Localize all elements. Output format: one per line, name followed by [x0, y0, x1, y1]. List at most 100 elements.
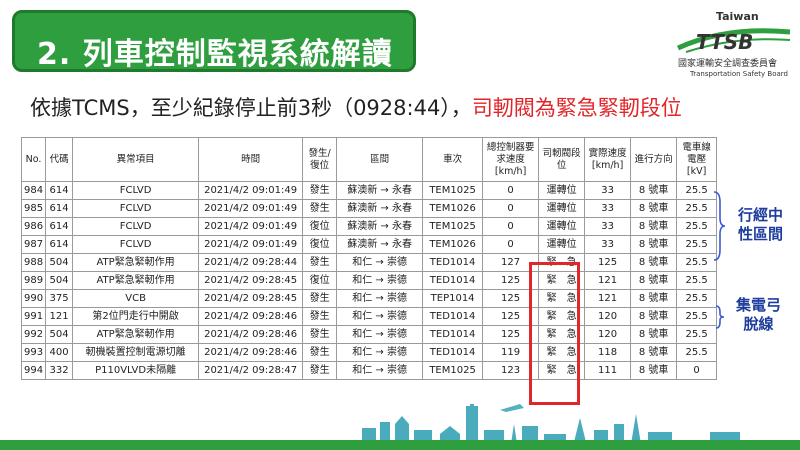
- table-row: 987 614 FCLVD 2021/4/2 09:01:49 復位 蘇澳新 → 永春 TE…: [20, 235, 718, 254]
- cell-time: 2021/4/2 09:01:49: [198, 217, 304, 236]
- subtitle-normal: 依據TCMS，至少紀錄停止前3秒（0928:44），: [30, 96, 472, 120]
- cell-no: 992: [20, 325, 47, 344]
- bottom-bar: [0, 440, 800, 450]
- cell-item: ATP緊急緊軔作用: [72, 253, 200, 272]
- cell-actual-speed: 121: [584, 271, 632, 290]
- cell-actual-speed: 33: [584, 235, 632, 254]
- table-header-row: No. 代碼 異常項目 時間 發生/復位 區間 車次 總控制器要求速度[km/h…: [20, 137, 718, 182]
- header-time: 時間: [198, 137, 304, 182]
- cell-status: 復位: [302, 217, 338, 236]
- cell-status: 發生: [302, 289, 338, 308]
- note-pantograph-line2: 脫線: [743, 315, 774, 333]
- cell-item: FCLVD: [72, 199, 200, 218]
- cell-no: 987: [20, 235, 47, 254]
- cell-code: 614: [45, 181, 74, 200]
- logo-name-en: Transportation Safety Board: [690, 70, 788, 78]
- cell-voltage: 25.5: [676, 235, 718, 254]
- subtitle: 依據TCMS，至少紀錄停止前3秒（0928:44），司軔閥為緊急緊軔段位: [30, 92, 682, 122]
- cell-status: 發生: [302, 361, 338, 380]
- cell-direction: 8 號車: [630, 361, 678, 380]
- brace-neutral-icon: [713, 191, 726, 261]
- cell-brake-valve: 運轉位: [538, 181, 586, 200]
- cell-section: 蘇澳新 → 永春: [336, 235, 424, 254]
- cell-section: 和仁 → 崇德: [336, 325, 424, 344]
- header-train: 車次: [422, 137, 484, 182]
- cell-code: 614: [45, 199, 74, 218]
- cell-no: 988: [20, 253, 47, 272]
- cell-section: 和仁 → 崇德: [336, 307, 424, 326]
- brace-pantograph-icon: [715, 305, 725, 329]
- cell-time: 2021/4/2 09:28:45: [198, 271, 304, 290]
- note-neutral-line2: 性區間: [738, 225, 784, 243]
- cell-section: 蘇澳新 → 永春: [336, 199, 424, 218]
- cell-voltage: 25.5: [676, 253, 718, 272]
- cell-voltage: 25.5: [676, 181, 718, 200]
- header-no: No.: [20, 137, 47, 182]
- cell-train: TEM1026: [422, 199, 484, 218]
- cell-time: 2021/4/2 09:01:49: [198, 181, 304, 200]
- cell-time: 2021/4/2 09:28:46: [198, 343, 304, 362]
- cell-time: 2021/4/2 09:28:46: [198, 325, 304, 344]
- cell-train: TEM1025: [422, 181, 484, 200]
- cell-code: 332: [45, 361, 74, 380]
- note-neutral-section: 行經中 性區間: [738, 206, 783, 244]
- cell-no: 990: [20, 289, 47, 308]
- cell-no: 994: [20, 361, 47, 380]
- cell-section: 和仁 → 崇德: [336, 361, 424, 380]
- cell-requested-speed: 0: [482, 181, 540, 200]
- cell-direction: 8 號車: [630, 271, 678, 290]
- cell-time: 2021/4/2 09:28:47: [198, 361, 304, 380]
- cell-brake-valve: 運轉位: [538, 199, 586, 218]
- cell-direction: 8 號車: [630, 217, 678, 236]
- cell-no: 985: [20, 199, 47, 218]
- cell-actual-speed: 33: [584, 217, 632, 236]
- cell-status: 發生: [302, 199, 338, 218]
- cell-time: 2021/4/2 09:01:49: [198, 199, 304, 218]
- cell-status: 發生: [302, 253, 338, 272]
- cell-voltage: 25.5: [676, 217, 718, 236]
- cell-direction: 8 號車: [630, 199, 678, 218]
- header-section: 區間: [336, 137, 424, 182]
- note-pantograph-dewire: 集電弓 脫線: [736, 296, 781, 334]
- cell-train: TEP1014: [422, 289, 484, 308]
- cell-item: ATP緊急緊軔作用: [72, 271, 200, 290]
- cell-actual-speed: 33: [584, 181, 632, 200]
- table-row: 985 614 FCLVD 2021/4/2 09:01:49 發生 蘇澳新 → 永春 TE…: [20, 199, 718, 218]
- cell-item: FCLVD: [72, 181, 200, 200]
- note-pantograph-line1: 集電弓: [736, 296, 782, 314]
- cell-status: 復位: [302, 271, 338, 290]
- brake-valve-highlight-box: [529, 262, 580, 405]
- header-code: 代碼: [45, 137, 74, 182]
- cell-direction: 8 號車: [630, 307, 678, 326]
- cell-train: TEM1025: [422, 361, 484, 380]
- cell-requested-speed: 0: [482, 217, 540, 236]
- cell-section: 蘇澳新 → 永春: [336, 181, 424, 200]
- cell-code: 614: [45, 217, 74, 236]
- cell-no: 993: [20, 343, 47, 362]
- cell-item: VCB: [72, 289, 200, 308]
- cell-actual-speed: 120: [584, 307, 632, 326]
- cell-code: 375: [45, 289, 74, 308]
- cell-status: 復位: [302, 235, 338, 254]
- cell-direction: 8 號車: [630, 289, 678, 308]
- cell-status: 發生: [302, 307, 338, 326]
- cell-item: 第2位門走行中開啟: [72, 307, 200, 326]
- cell-voltage: 25.5: [676, 325, 718, 344]
- table-row: 993 400 軔機裝置控制電源切離 2021/4/2 09:28:46 發生 和仁 → …: [20, 343, 718, 362]
- logo-taiwan-text: Taiwan: [716, 10, 759, 23]
- cell-train: TED1014: [422, 343, 484, 362]
- cell-train: TED1014: [422, 271, 484, 290]
- title-banner: 2. 列車控制監視系統解讀: [12, 10, 416, 72]
- cell-section: 蘇澳新 → 永春: [336, 217, 424, 236]
- cell-direction: 8 號車: [630, 253, 678, 272]
- page-title: 2. 列車控制監視系統解讀: [37, 37, 393, 72]
- cell-no: 989: [20, 271, 47, 290]
- cell-train: TEM1025: [422, 217, 484, 236]
- cell-time: 2021/4/2 09:28:45: [198, 289, 304, 308]
- table-row: 984 614 FCLVD 2021/4/2 09:01:49 發生 蘇澳新 → 永春 TE…: [20, 181, 718, 200]
- logo-abbr: TTSB: [696, 30, 754, 54]
- cell-item: FCLVD: [72, 235, 200, 254]
- cell-direction: 8 號車: [630, 235, 678, 254]
- cell-status: 發生: [302, 343, 338, 362]
- cell-train: TED1014: [422, 253, 484, 272]
